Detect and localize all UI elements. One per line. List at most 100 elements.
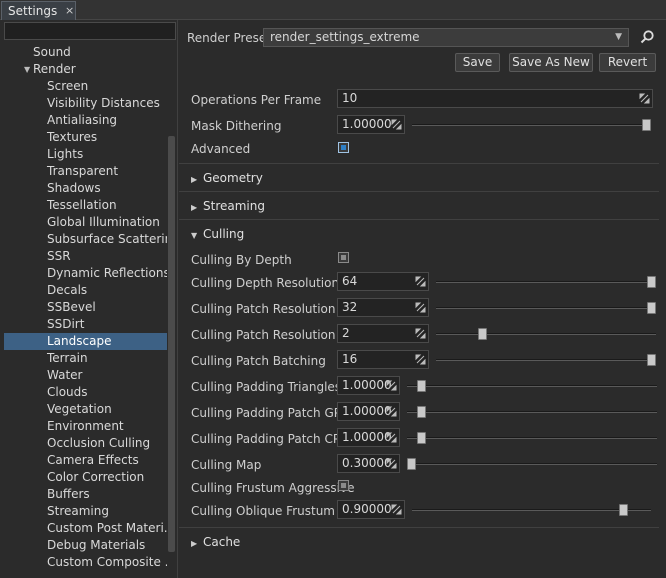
tree-item[interactable]: Lights	[4, 146, 167, 163]
culling-oblique-frustum-slider[interactable]	[412, 504, 651, 516]
tree-item[interactable]: Landscape	[4, 333, 167, 350]
advanced-checkbox[interactable]	[338, 142, 349, 153]
tree-item[interactable]: SSBevel	[4, 299, 167, 316]
tree-item[interactable]: SSDirt	[4, 316, 167, 333]
tree-item-label: Clouds	[47, 385, 88, 399]
drag-arrows-icon[interactable]	[391, 119, 402, 130]
culling-row-slider[interactable]	[436, 302, 656, 314]
slider-knob[interactable]	[647, 276, 656, 288]
section-cache[interactable]: ▶ Cache	[191, 535, 240, 549]
tree-item-label: Sound	[33, 45, 71, 59]
tree-item[interactable]: Water	[4, 367, 167, 384]
drag-arrows-icon[interactable]	[386, 406, 397, 417]
tree-item[interactable]: Antialiasing	[4, 112, 167, 129]
culling-row-slider[interactable]	[436, 354, 656, 366]
drag-arrows-icon[interactable]	[386, 458, 397, 469]
culling-oblique-frustum-field[interactable]: 0.90000	[337, 500, 405, 519]
slider-knob[interactable]	[416, 406, 426, 418]
culling-row-field[interactable]: 64	[337, 272, 429, 291]
tree-item[interactable]: ▼ Render	[4, 61, 167, 78]
tree-item[interactable]: Visibility Distances	[4, 95, 167, 112]
culling-row-label: Culling Depth Resolution	[191, 276, 340, 290]
culling-frustum-aggressive-checkbox[interactable]	[338, 480, 349, 491]
operations-per-frame-field[interactable]: 10	[337, 89, 653, 108]
drag-arrows-icon[interactable]	[415, 354, 426, 365]
drag-arrows-icon[interactable]	[415, 302, 426, 313]
section-culling[interactable]: ▼ Culling	[191, 227, 244, 241]
tree-item-label: SSR	[47, 249, 71, 263]
culling-row-field[interactable]: 16	[337, 350, 429, 369]
section-streaming[interactable]: ▶ Streaming	[191, 199, 265, 213]
revert-button[interactable]: Revert	[599, 53, 656, 72]
slider-knob[interactable]	[478, 328, 488, 340]
search-icon[interactable]	[639, 29, 655, 45]
drag-arrows-icon[interactable]	[415, 276, 426, 287]
tree-item[interactable]: Custom Post Materi...	[4, 520, 167, 537]
culling-row-field[interactable]: 1.00000	[337, 402, 400, 421]
tree-item[interactable]: Occlusion Culling	[4, 435, 167, 452]
slider-knob[interactable]	[619, 504, 628, 516]
left-panel: Sound ▼ Render Screen Visibility Distances An…	[0, 20, 178, 578]
slider-knob[interactable]	[647, 302, 656, 314]
tree-item[interactable]: Vegetation	[4, 401, 167, 418]
tree-item[interactable]: Clouds	[4, 384, 167, 401]
slider-knob[interactable]	[407, 458, 416, 470]
culling-by-depth-checkbox[interactable]	[338, 252, 349, 263]
save-button[interactable]: Save	[455, 53, 500, 72]
drag-arrows-icon[interactable]	[391, 504, 402, 515]
tree-item[interactable]: Camera Effects	[4, 452, 167, 469]
slider-knob[interactable]	[647, 354, 656, 366]
tree-item[interactable]: Dynamic Reflections	[4, 265, 167, 282]
tree-item-label: Lights	[47, 147, 84, 161]
tree-item[interactable]: Transparent	[4, 163, 167, 180]
slider-knob[interactable]	[416, 432, 426, 444]
tree-item[interactable]: Custom Composite ...	[4, 554, 167, 571]
culling-row-slider[interactable]	[407, 380, 657, 392]
culling-row-slider[interactable]	[407, 458, 657, 470]
mask-dithering-field[interactable]: 1.00000	[337, 115, 405, 134]
culling-row-slider[interactable]	[436, 328, 656, 340]
filter-input[interactable]	[4, 22, 176, 40]
culling-row-field[interactable]: 2	[337, 324, 429, 343]
tree-item[interactable]: Shadows	[4, 180, 167, 197]
scrollbar-thumb[interactable]	[168, 136, 175, 552]
section-geometry[interactable]: ▶ Geometry	[191, 171, 263, 185]
culling-row-field[interactable]: 32	[337, 298, 429, 317]
tree-item[interactable]: Subsurface Scattering	[4, 231, 167, 248]
tree-item[interactable]: Decals	[4, 282, 167, 299]
tree-item-label: SSDirt	[47, 317, 85, 331]
tree-scrollbar[interactable]	[168, 44, 175, 576]
culling-row-slider[interactable]	[407, 406, 657, 418]
culling-row-field[interactable]: 1.00000	[337, 428, 400, 447]
culling-row-field[interactable]: 0.30000	[337, 454, 400, 473]
tree-item[interactable]: Textures	[4, 129, 167, 146]
tree-item[interactable]: Debug Materials	[4, 537, 167, 554]
slider-knob[interactable]	[416, 380, 426, 392]
save-as-new-button[interactable]: Save As New	[509, 53, 593, 72]
drag-arrows-icon[interactable]	[386, 432, 397, 443]
render-preset-select[interactable]: render_settings_extreme ▼	[263, 28, 629, 47]
tree-item[interactable]: Terrain	[4, 350, 167, 367]
drag-arrows-icon[interactable]	[386, 380, 397, 391]
tree-item[interactable]: Streaming	[4, 503, 167, 520]
close-icon[interactable]: ×	[65, 4, 74, 17]
culling-row-slider[interactable]	[436, 276, 656, 288]
drag-arrows-icon[interactable]	[415, 328, 426, 339]
tree-item[interactable]: Environment	[4, 418, 167, 435]
tree-item[interactable]: Screen	[4, 78, 167, 95]
tree-item[interactable]: Tessellation	[4, 197, 167, 214]
culling-row-field[interactable]: 1.00000	[337, 376, 400, 395]
tab-settings[interactable]: Settings ×	[1, 1, 76, 20]
chevron-down-icon[interactable]: ▼	[24, 61, 30, 78]
tree-item[interactable]: SSR	[4, 248, 167, 265]
section-streaming-label: Streaming	[203, 199, 265, 213]
tree-item[interactable]: Sound	[4, 44, 167, 61]
drag-arrows-icon[interactable]	[639, 93, 650, 104]
mask-dithering-slider[interactable]	[412, 119, 651, 131]
tree-item-label: Color Correction	[47, 470, 145, 484]
tree-item[interactable]: Color Correction	[4, 469, 167, 486]
tree-item[interactable]: Global Illumination	[4, 214, 167, 231]
tree-item[interactable]: Buffers	[4, 486, 167, 503]
slider-knob[interactable]	[642, 119, 651, 131]
culling-row-slider[interactable]	[407, 432, 657, 444]
